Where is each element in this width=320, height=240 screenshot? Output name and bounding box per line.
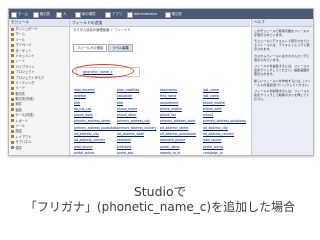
- breadcrumb: カスタム項目の管理画面 > フィールド: [73, 28, 131, 32]
- main-panel: フィールドの追加 カスタム項目の管理画面 > フィールド フィールドの追加 ラベル…: [70, 19, 250, 155]
- folder-icon: [11, 49, 14, 53]
- folder-icon: [11, 97, 14, 101]
- folder-icon: [11, 102, 14, 106]
- folder-icon: [11, 81, 14, 85]
- folder-icon: [11, 86, 14, 90]
- folder-icon: [11, 54, 14, 58]
- screenshot-frame: ホーム 取引先 人 私の環境 アプリ Administrator 取引先 モジュ…: [8, 8, 314, 156]
- tab-add-field[interactable]: フィールドの追加: [73, 44, 108, 52]
- field-link[interactable]: reports_to_id: [160, 150, 203, 155]
- folder-icon: [11, 135, 14, 139]
- folder-icon: [11, 113, 14, 117]
- help-text: このモジュールで使用可能なフィールドが表示されています。: [254, 28, 310, 37]
- page-title: フィールドの追加: [70, 19, 250, 27]
- help-text: フィールドを削除するには、フィールド名をクリックして削除ボタンを押してください。: [254, 88, 310, 102]
- field-link[interactable]: portal_app: [117, 150, 160, 155]
- folder-icon: [11, 32, 14, 36]
- sidebar-item[interactable]: 保存: [9, 146, 69, 151]
- top-tab-2[interactable]: 取引先: [38, 11, 52, 17]
- help-text: モジュールにデフォルトで表示されているフィールドは、デフォルトエリアに表示されま…: [254, 38, 310, 52]
- folder-icon: [11, 140, 14, 144]
- folder-icon: [11, 70, 14, 74]
- help-text: 新しいフィールドを作成するには、[フィールドの追加]をクリックしてください。: [254, 78, 311, 87]
- tab-edit-labels[interactable]: ラベル編集: [108, 44, 133, 52]
- help-panel: ヘルプ このモジュールで使用可能なフィールドが表示されています。 モジュールにデ…: [251, 19, 313, 155]
- field-link[interactable]: portal_active: [74, 150, 117, 155]
- field-link[interactable]: campaign_id: [203, 150, 246, 155]
- sidebar-header: モジュール: [9, 19, 69, 27]
- field-row: portal_active portal_app reports_to_id camp…: [74, 150, 248, 155]
- field-grid: date_entered date_modified description last…: [74, 87, 248, 155]
- top-tab-5[interactable]: アプリ: [110, 11, 124, 17]
- folder-icon: [11, 59, 14, 63]
- top-navigation-bar: ホーム 取引先 人 私の環境 アプリ Administrator 取引先: [9, 9, 313, 19]
- help-header: ヘルプ: [252, 19, 313, 27]
- folder-icon: [11, 119, 14, 123]
- highlight-circle: [72, 64, 134, 78]
- folder-icon: [11, 92, 14, 96]
- folder-icon: [11, 108, 14, 112]
- folder-icon: [11, 38, 14, 42]
- folder-icon: [11, 129, 14, 133]
- top-tab-admin[interactable]: Administrator: [132, 11, 159, 17]
- folder-icon: [11, 76, 14, 80]
- top-tab-3[interactable]: 人: [61, 11, 68, 17]
- module-sidebar: モジュール ダッシュボード ホーム ツール マイページ ターゲット ドキュメント…: [9, 19, 70, 155]
- help-text: カスタムフィールドはカスタムエリアに表示されています。: [254, 53, 310, 62]
- caption-line-2: 「フリガナ」(phonetic_name_c)を追加した場合: [24, 200, 296, 214]
- help-text: フィールドを編集するには、フィールド名をクリックしてください。編集画面が表示され…: [254, 63, 310, 77]
- top-tab-7[interactable]: 取引先: [170, 11, 184, 17]
- folder-icon: [11, 124, 14, 128]
- tab-bar: フィールドの追加 ラベル編集: [70, 34, 250, 52]
- folder-icon: [11, 27, 14, 31]
- top-tab-1[interactable]: ホーム: [16, 11, 30, 17]
- folder-icon: [11, 43, 14, 47]
- folder-icon: [11, 146, 14, 150]
- top-tab-4[interactable]: 私の環境: [80, 11, 98, 17]
- folder-icon: [11, 65, 14, 69]
